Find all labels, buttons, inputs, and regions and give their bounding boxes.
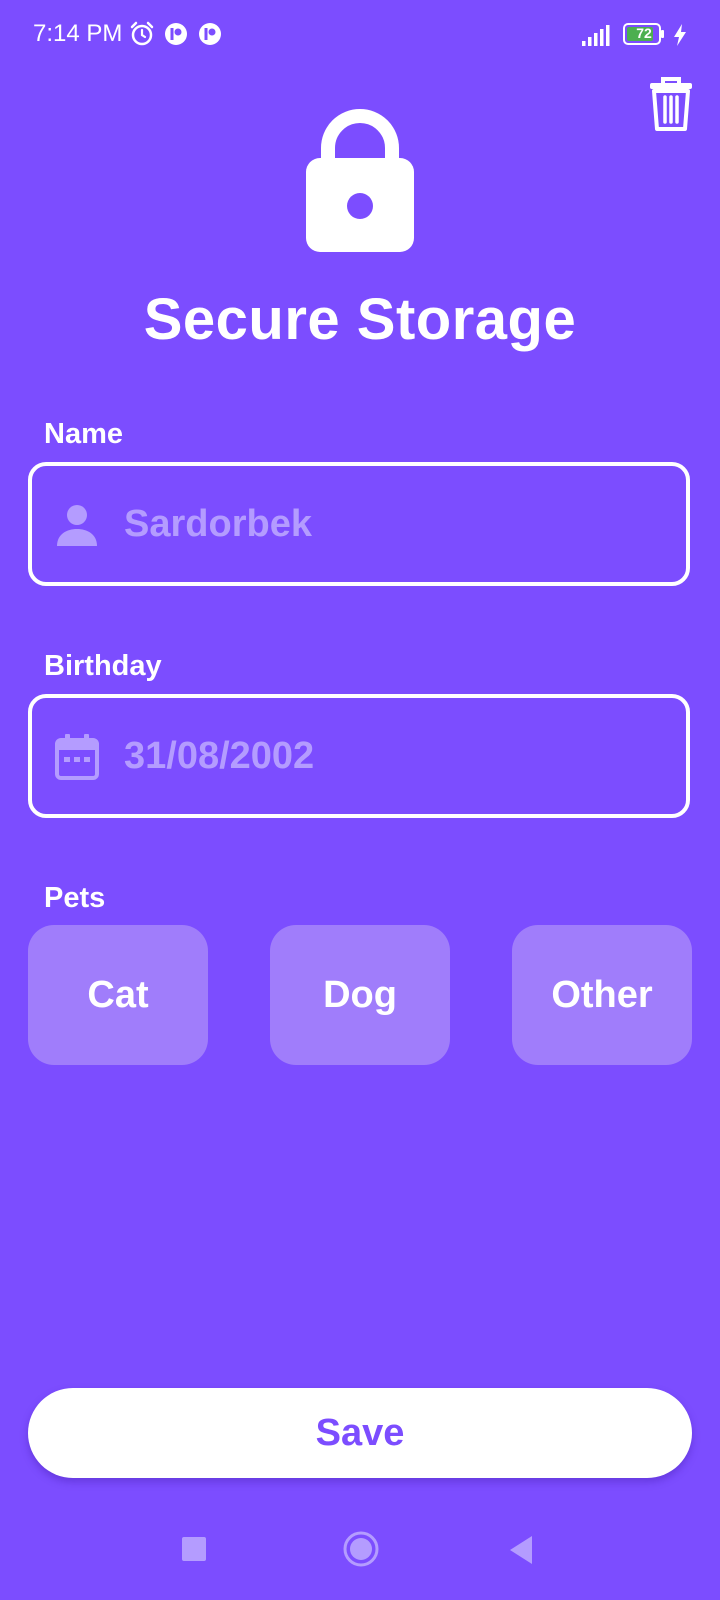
pet-option-dog[interactable]: Dog	[270, 925, 450, 1065]
page-title: Secure Storage	[143, 287, 577, 352]
birthday-value: 31/08/2002	[124, 735, 315, 777]
status-time: 7:14 PM	[33, 20, 123, 47]
app-notification-icon	[165, 23, 187, 45]
charging-icon	[674, 24, 686, 46]
recents-square-icon[interactable]	[181, 1536, 207, 1562]
back-triangle-icon[interactable]	[508, 1535, 534, 1565]
save-button[interactable]: Save	[28, 1388, 692, 1478]
name-value: Sardorbek	[124, 503, 312, 545]
delete-button[interactable]	[648, 76, 694, 132]
battery-level: 72	[636, 25, 652, 41]
pet-option-cat[interactable]: Cat	[28, 925, 208, 1065]
navigation-bar	[0, 1510, 720, 1600]
app-notification-icon	[199, 23, 221, 45]
name-label: Name	[44, 418, 123, 450]
birthday-label: Birthday	[44, 650, 162, 682]
home-circle-icon[interactable]	[342, 1530, 380, 1568]
birthday-field[interactable]: 31/08/2002	[28, 694, 690, 818]
status-bar: 7:14 PM 72	[0, 0, 720, 72]
pet-option-other[interactable]: Other	[512, 925, 692, 1065]
trash-icon	[650, 77, 692, 131]
lock-icon	[306, 109, 414, 252]
calendar-icon	[55, 734, 99, 780]
pets-label: Pets	[44, 882, 106, 914]
person-icon	[57, 505, 97, 546]
name-field[interactable]: Sardorbek	[28, 462, 690, 586]
alarm-icon	[130, 21, 154, 46]
signal-icon	[582, 25, 610, 46]
